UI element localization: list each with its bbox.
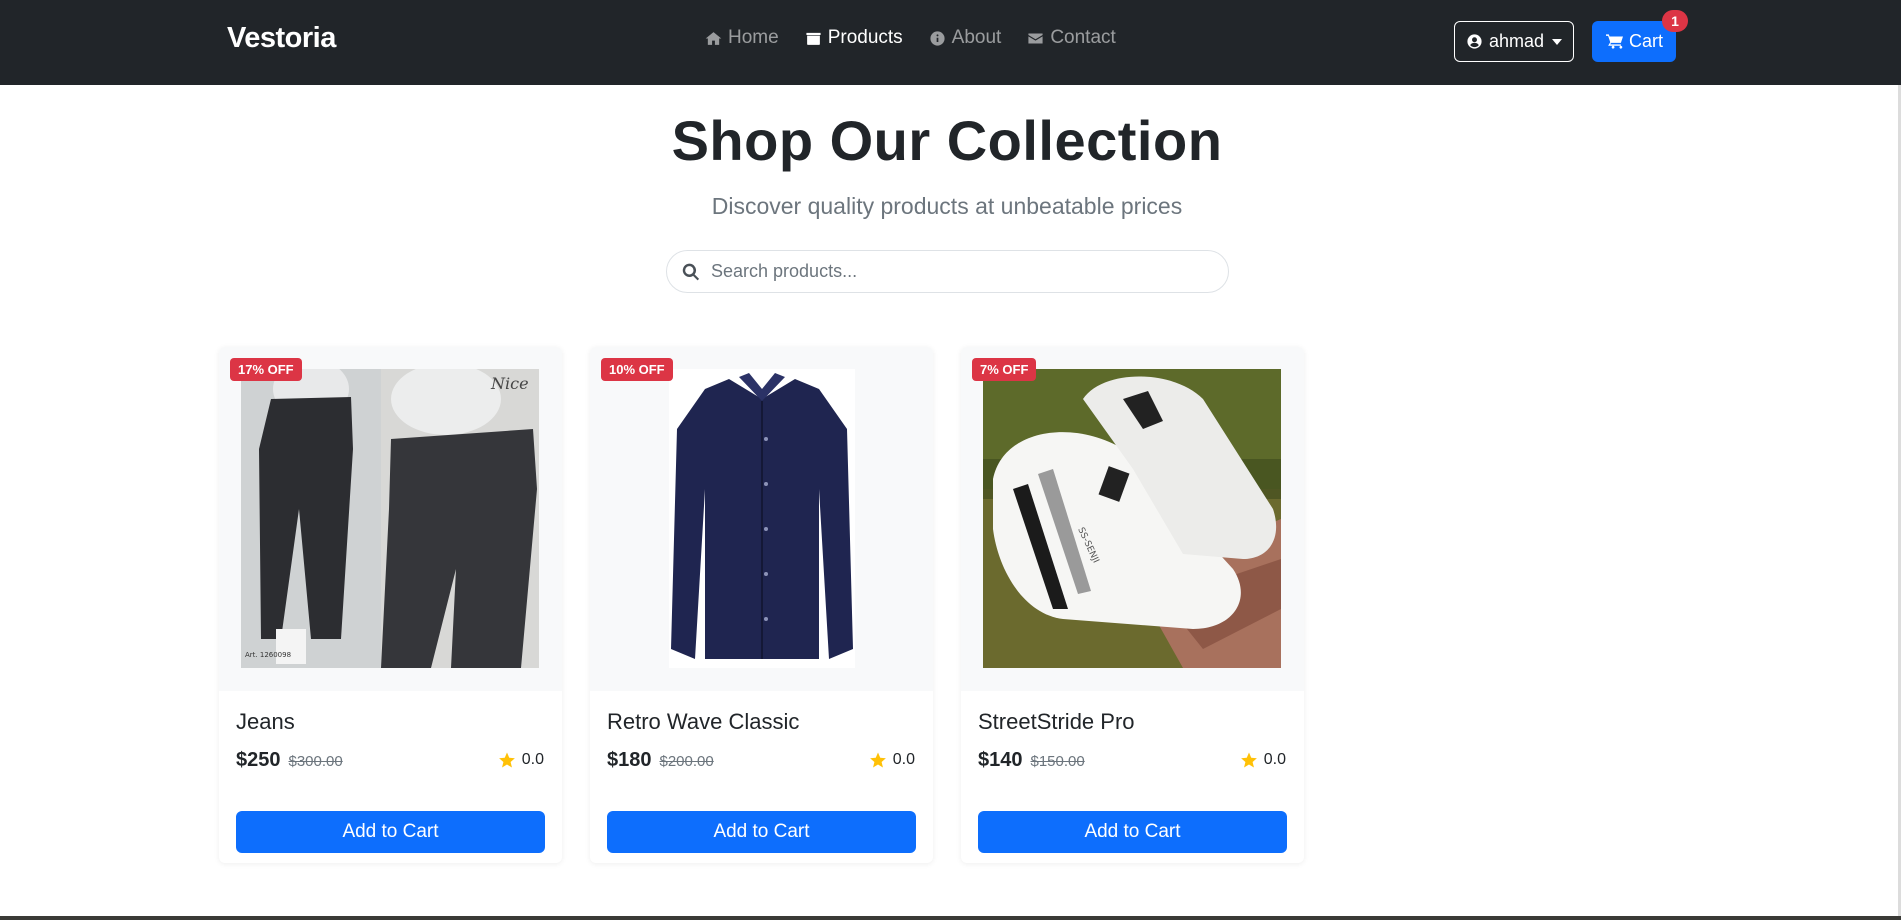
chevron-down-icon: [1552, 38, 1563, 45]
product-image[interactable]: [669, 369, 855, 668]
nav-products[interactable]: Products: [805, 27, 903, 49]
rating-value: 0.0: [521, 751, 544, 768]
home-icon: [705, 31, 722, 45]
discount-badge: 17% OFF: [230, 358, 302, 381]
product-rating: 0.0: [869, 751, 915, 769]
box-icon: [806, 32, 821, 45]
product-card[interactable]: Nice Art. 1260098 17% OFF Jeans $250 $30…: [219, 347, 562, 863]
star-icon: [869, 752, 886, 768]
rating-value: 0.0: [892, 751, 915, 768]
star-icon: [498, 752, 515, 768]
nav-about-label: About: [951, 27, 1002, 48]
product-name[interactable]: StreetStride Pro: [978, 709, 1135, 735]
envelope-icon: [1028, 33, 1043, 43]
search-bar[interactable]: [666, 250, 1229, 293]
product-image[interactable]: Nice Art. 1260098: [241, 369, 539, 668]
search-icon: [682, 263, 700, 280]
product-image-area: Nice Art. 1260098: [219, 347, 562, 691]
page-title: Shop Our Collection: [671, 109, 1223, 172]
price-row: $180 $200.00: [607, 749, 714, 772]
product-price: $140: [978, 749, 1023, 771]
discount-badge: 7% OFF: [972, 358, 1037, 381]
product-image[interactable]: SS-SENJI: [983, 369, 1281, 668]
product-old-price: $300.00: [288, 753, 343, 770]
search-input[interactable]: [711, 261, 1191, 282]
add-to-cart-button[interactable]: Add to Cart: [607, 811, 916, 853]
user-circle-icon: [1467, 34, 1482, 49]
product-price: $180: [607, 749, 652, 771]
nav-home[interactable]: Home: [705, 27, 779, 49]
nav-about[interactable]: About: [929, 27, 1002, 49]
discount-badge: 10% OFF: [601, 358, 673, 381]
user-name: ahmad: [1488, 31, 1545, 51]
product-old-price: $150.00: [1030, 753, 1085, 770]
cart-count-badge: 1: [1662, 10, 1688, 32]
add-to-cart-button[interactable]: Add to Cart: [236, 811, 545, 853]
product-old-price: $200.00: [659, 753, 714, 770]
nav-contact-label: Contact: [1050, 27, 1116, 48]
cart-label: Cart: [1628, 31, 1663, 51]
add-to-cart-button[interactable]: Add to Cart: [978, 811, 1287, 853]
cart-icon: [1605, 34, 1623, 49]
top-navbar: Vestoria Home Products About Contact ahm…: [0, 0, 1901, 85]
product-rating: 0.0: [1240, 751, 1286, 769]
product-image-area: SS-SENJI: [961, 347, 1304, 691]
svg-text:Nice: Nice: [490, 374, 529, 393]
main-nav: Home Products About Contact: [705, 27, 1116, 49]
info-icon: [930, 30, 945, 46]
page-subtitle: Discover quality products at unbeatable …: [711, 193, 1183, 219]
rating-value: 0.0: [1263, 751, 1286, 768]
product-card[interactable]: 10% OFF Retro Wave Classic $180 $200.00 …: [590, 347, 933, 863]
nav-contact[interactable]: Contact: [1027, 27, 1116, 49]
nav-products-label: Products: [827, 27, 903, 48]
product-price: $250: [236, 749, 281, 771]
product-rating: 0.0: [498, 751, 544, 769]
price-row: $250 $300.00: [236, 749, 343, 772]
nav-home-label: Home: [728, 27, 779, 48]
product-image-area: [590, 347, 933, 691]
bottom-edge: [0, 916, 1901, 920]
price-row: $140 $150.00: [978, 749, 1085, 772]
star-icon: [1240, 752, 1257, 768]
user-dropdown-button[interactable]: ahmad: [1454, 21, 1574, 62]
svg-text:Art. 1260098: Art. 1260098: [245, 651, 291, 659]
product-name[interactable]: Retro Wave Classic: [607, 709, 799, 735]
brand-logo[interactable]: Vestoria: [227, 22, 336, 55]
product-card[interactable]: SS-SENJI 7% OFF StreetStride Pro $140 $1…: [961, 347, 1304, 863]
product-name[interactable]: Jeans: [236, 709, 295, 735]
